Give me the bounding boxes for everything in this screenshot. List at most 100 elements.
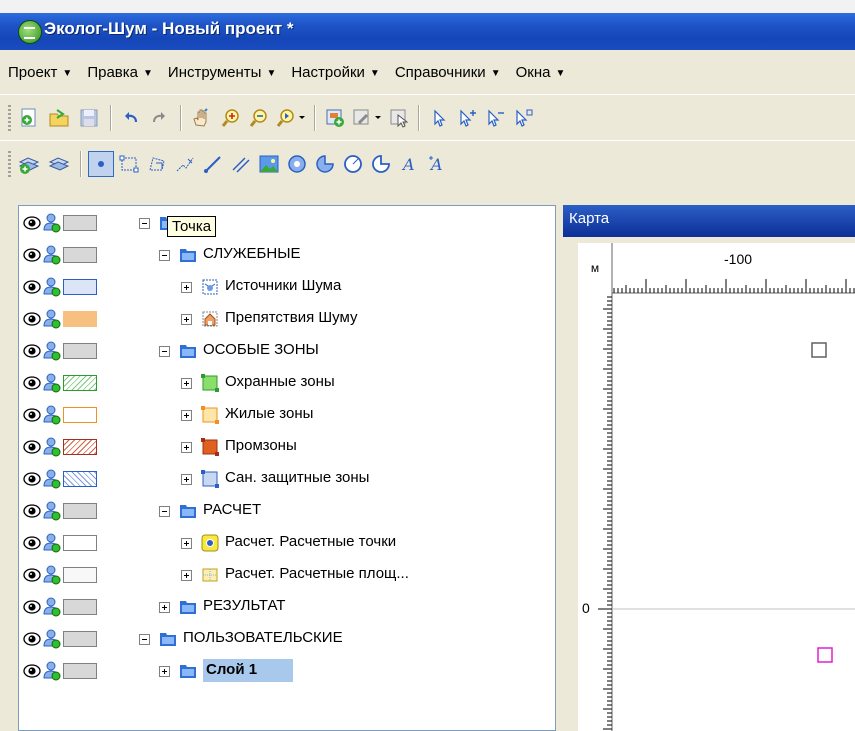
layer-row[interactable]: Жилые зоны xyxy=(19,399,555,431)
layer-row[interactable]: Расчет. Расчетные площ... xyxy=(19,559,555,591)
editable-person-icon[interactable] xyxy=(43,405,61,425)
layer-color-swatch[interactable] xyxy=(63,375,97,391)
map-object-magenta-square[interactable] xyxy=(817,647,833,663)
layer-color-swatch[interactable] xyxy=(63,407,97,423)
circle-outline-tool-button[interactable] xyxy=(340,151,366,177)
collapse-toggle-icon[interactable] xyxy=(139,218,150,229)
editable-person-icon[interactable] xyxy=(43,501,61,521)
circle-tool-button[interactable] xyxy=(284,151,310,177)
polygon-tool-button[interactable] xyxy=(144,151,170,177)
layer-label[interactable]: Расчет. Расчетные площ... xyxy=(225,565,409,582)
text-tool-button[interactable]: A xyxy=(396,151,422,177)
undo-button[interactable] xyxy=(118,105,144,131)
layer-color-swatch[interactable] xyxy=(63,343,97,359)
save-button[interactable] xyxy=(76,105,102,131)
title-bar[interactable]: Эколог-Шум - Новый проект * xyxy=(0,0,855,50)
rectangle-tool-button[interactable] xyxy=(116,151,142,177)
collapse-toggle-icon[interactable] xyxy=(159,346,170,357)
layer-row[interactable]: Источники Шума xyxy=(19,271,555,303)
layer-color-swatch[interactable] xyxy=(63,567,97,583)
image-tool-button[interactable] xyxy=(256,151,282,177)
map-panel-title[interactable]: Карта xyxy=(563,205,855,237)
layer-label[interactable]: Источники Шума xyxy=(225,277,341,294)
layer-color-swatch[interactable] xyxy=(63,311,97,327)
visibility-eye-icon[interactable] xyxy=(23,312,41,326)
zoom-in-button[interactable] xyxy=(218,105,244,131)
editable-person-icon[interactable] xyxy=(43,629,61,649)
visibility-eye-icon[interactable] xyxy=(23,376,41,390)
menu-references[interactable]: Справочники ▼ xyxy=(395,64,501,81)
layer-label[interactable]: Охранные зоны xyxy=(225,373,335,390)
editable-person-icon[interactable] xyxy=(43,469,61,489)
layer-label[interactable]: ОСОБЫЕ ЗОНЫ xyxy=(203,341,319,358)
editable-person-icon[interactable] xyxy=(43,213,61,233)
layer-row[interactable]: СЛУЖЕБНЫЕ xyxy=(19,239,555,271)
pointer-button[interactable] xyxy=(426,105,452,131)
menu-tools[interactable]: Инструменты ▼ xyxy=(168,64,276,81)
expand-toggle-icon[interactable] xyxy=(181,538,192,549)
zoom-out-button[interactable] xyxy=(246,105,272,131)
menu-windows[interactable]: Окна ▼ xyxy=(516,64,566,81)
visibility-eye-icon[interactable] xyxy=(23,472,41,486)
layer-tree-panel[interactable]: СЛУЖЕБНЫЕ Источники Шума Препятствия Шуму О… xyxy=(18,205,556,731)
expand-toggle-icon[interactable] xyxy=(181,442,192,453)
editable-person-icon[interactable] xyxy=(43,245,61,265)
layer-color-swatch[interactable] xyxy=(63,503,97,519)
select-object-button[interactable] xyxy=(386,105,412,131)
editable-person-icon[interactable] xyxy=(43,597,61,617)
layer-label[interactable]: Слой 1 xyxy=(203,659,294,682)
layers-button[interactable] xyxy=(46,151,72,177)
layer-row[interactable]: Препятствия Шуму xyxy=(19,303,555,335)
zoom-options-button[interactable] xyxy=(274,105,308,131)
new-project-button[interactable] xyxy=(16,105,42,131)
pan-tool-button[interactable] xyxy=(188,105,214,131)
map-canvas[interactable]: м -100 0 xyxy=(578,243,855,731)
double-line-tool-button[interactable] xyxy=(228,151,254,177)
pointer-add-button[interactable] xyxy=(454,105,480,131)
layer-row[interactable]: Сан. защитные зоны xyxy=(19,463,555,495)
collapse-toggle-icon[interactable] xyxy=(159,506,170,517)
layer-row[interactable]: ПОЛЬЗОВАТЕЛЬСКИЕ xyxy=(19,623,555,655)
layer-label[interactable]: Препятствия Шуму xyxy=(225,309,357,326)
layer-label[interactable]: ПОЛЬЗОВАТЕЛЬСКИЕ xyxy=(183,629,343,646)
layer-row[interactable]: Промзоны xyxy=(19,431,555,463)
add-object-button[interactable] xyxy=(322,105,348,131)
layer-row[interactable]: Расчет. Расчетные точки xyxy=(19,527,555,559)
layer-color-swatch[interactable] xyxy=(63,247,97,263)
layer-label[interactable]: РАСЧЕТ xyxy=(203,501,261,518)
editable-person-icon[interactable] xyxy=(43,565,61,585)
redo-button[interactable] xyxy=(146,105,172,131)
layer-row[interactable] xyxy=(19,207,555,239)
layer-color-swatch[interactable] xyxy=(63,471,97,487)
editable-person-icon[interactable] xyxy=(43,309,61,329)
visibility-eye-icon[interactable] xyxy=(23,440,41,454)
visibility-eye-icon[interactable] xyxy=(23,216,41,230)
visibility-eye-icon[interactable] xyxy=(23,536,41,550)
layer-color-swatch[interactable] xyxy=(63,663,97,679)
layer-row[interactable]: Слой 1 xyxy=(19,655,555,687)
layer-label[interactable]: РЕЗУЛЬТАТ xyxy=(203,597,285,614)
layer-label[interactable]: Промзоны xyxy=(225,437,297,454)
expand-toggle-icon[interactable] xyxy=(159,666,170,677)
visibility-eye-icon[interactable] xyxy=(23,408,41,422)
line-tool-button[interactable] xyxy=(200,151,226,177)
editable-person-icon[interactable] xyxy=(43,661,61,681)
toolbar-grip[interactable] xyxy=(8,105,11,131)
visibility-eye-icon[interactable] xyxy=(23,280,41,294)
layer-color-swatch[interactable] xyxy=(63,215,97,231)
text-label-tool-button[interactable]: A xyxy=(424,151,450,177)
expand-toggle-icon[interactable] xyxy=(181,570,192,581)
add-layer-button[interactable] xyxy=(16,151,42,177)
layer-label[interactable]: Сан. защитные зоны xyxy=(225,469,369,486)
polyline-tool-button[interactable] xyxy=(172,151,198,177)
open-project-button[interactable] xyxy=(46,105,72,131)
layer-label[interactable]: СЛУЖЕБНЫЕ xyxy=(203,245,301,262)
collapse-toggle-icon[interactable] xyxy=(159,250,170,261)
pointer-vertex-button[interactable] xyxy=(510,105,536,131)
editable-person-icon[interactable] xyxy=(43,341,61,361)
layer-label[interactable]: Жилые зоны xyxy=(225,405,313,422)
layer-row[interactable]: РЕЗУЛЬТАТ xyxy=(19,591,555,623)
arc-tool-button[interactable] xyxy=(368,151,394,177)
layer-color-swatch[interactable] xyxy=(63,599,97,615)
pointer-remove-button[interactable] xyxy=(482,105,508,131)
